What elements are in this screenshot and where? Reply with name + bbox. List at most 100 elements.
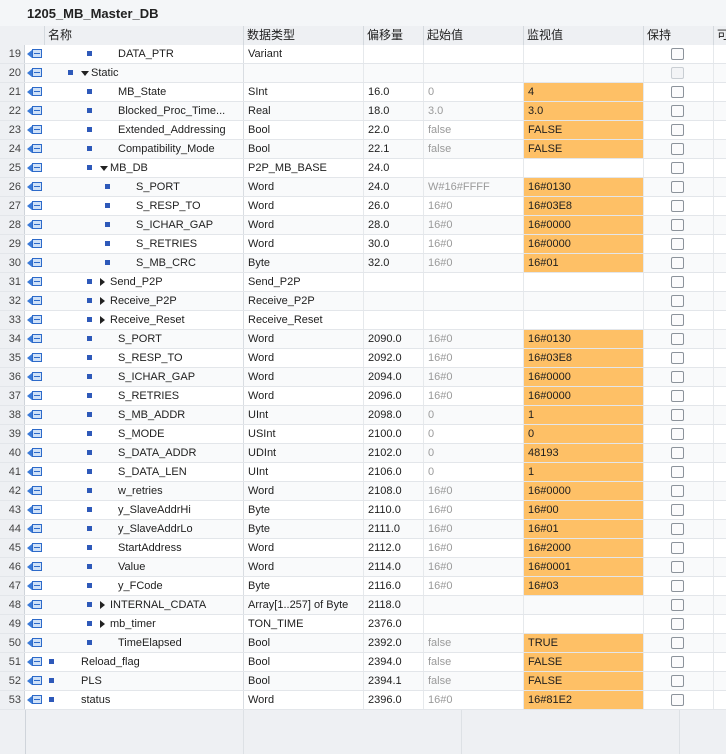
retain-checkbox[interactable] [671, 333, 684, 345]
table-row[interactable]: 51 Reload_flag Bool 2394.0 false FALSE [0, 653, 726, 672]
name-cell[interactable]: y_SlaveAddrHi [45, 501, 244, 519]
name-cell[interactable]: Static [45, 64, 244, 82]
retain-checkbox[interactable] [671, 295, 684, 307]
name-cell[interactable]: Compatibility_Mode [45, 140, 244, 158]
retain-checkbox[interactable] [671, 276, 684, 288]
monitor-value-cell[interactable] [524, 273, 644, 291]
name-cell[interactable]: Receive_P2P [45, 292, 244, 310]
name-cell[interactable]: Send_P2P [45, 273, 244, 291]
table-row[interactable]: 33 Receive_Reset Receive_Reset [0, 311, 726, 330]
retain-checkbox[interactable] [671, 219, 684, 231]
table-row[interactable]: 27 S_RESP_TO Word 26.0 16#0 16#03E8 [0, 197, 726, 216]
monitor-value-cell[interactable]: FALSE [524, 140, 644, 158]
table-row[interactable]: 40 S_DATA_ADDR UDInt 2102.0 0 48193 [0, 444, 726, 463]
monitor-value-cell[interactable]: 16#0000 [524, 482, 644, 500]
name-cell[interactable]: MB_DB [45, 159, 244, 177]
monitor-value-cell[interactable]: 0 [524, 425, 644, 443]
name-cell[interactable]: y_SlaveAddrLo [45, 520, 244, 538]
monitor-value-cell[interactable]: 16#2000 [524, 539, 644, 557]
table-row[interactable]: 46 Value Word 2114.0 16#0 16#0001 [0, 558, 726, 577]
table-row[interactable]: 52 PLS Bool 2394.1 false FALSE [0, 672, 726, 691]
table-row[interactable]: 50 TimeElapsed Bool 2392.0 false TRUE [0, 634, 726, 653]
monitor-value-cell[interactable]: 16#03E8 [524, 197, 644, 215]
name-cell[interactable]: S_ICHAR_GAP [45, 368, 244, 386]
retain-checkbox[interactable] [671, 409, 684, 421]
retain-checkbox[interactable] [671, 694, 684, 706]
monitor-value-cell[interactable] [524, 45, 644, 63]
table-row[interactable]: 42 w_retries Word 2108.0 16#0 16#0000 [0, 482, 726, 501]
header-extra[interactable]: 可 [714, 26, 726, 45]
table-row[interactable]: 31 Send_P2P Send_P2P [0, 273, 726, 292]
retain-checkbox[interactable] [671, 656, 684, 668]
header-name[interactable]: 名称 [45, 26, 244, 45]
retain-checkbox[interactable] [671, 523, 684, 535]
monitor-value-cell[interactable]: 16#81E2 [524, 691, 644, 709]
expand-right-arrow-icon[interactable] [100, 601, 105, 609]
retain-checkbox[interactable] [671, 390, 684, 402]
name-cell[interactable]: S_RESP_TO [45, 349, 244, 367]
table-row[interactable]: 26 S_PORT Word 24.0 W#16#FFFF 16#0130 [0, 178, 726, 197]
table-row[interactable]: 48 INTERNAL_CDATA Array[1..257] of Byte 211… [0, 596, 726, 615]
name-cell[interactable]: status [45, 691, 244, 709]
name-cell[interactable]: TimeElapsed [45, 634, 244, 652]
table-row[interactable]: 38 S_MB_ADDR UInt 2098.0 0 1 [0, 406, 726, 425]
monitor-value-cell[interactable]: 16#0000 [524, 387, 644, 405]
retain-checkbox[interactable] [671, 580, 684, 592]
retain-checkbox[interactable] [671, 466, 684, 478]
retain-checkbox[interactable] [671, 200, 684, 212]
name-cell[interactable]: Extended_Addressing [45, 121, 244, 139]
table-row[interactable]: 32 Receive_P2P Receive_P2P [0, 292, 726, 311]
retain-checkbox[interactable] [671, 314, 684, 326]
table-row[interactable]: 53 status Word 2396.0 16#0 16#81E2 [0, 691, 726, 710]
expand-right-arrow-icon[interactable] [100, 316, 105, 324]
name-cell[interactable]: S_RETRIES [45, 387, 244, 405]
name-cell[interactable]: S_MB_ADDR [45, 406, 244, 424]
retain-checkbox[interactable] [671, 428, 684, 440]
name-cell[interactable]: S_PORT [45, 178, 244, 196]
retain-checkbox[interactable] [671, 561, 684, 573]
monitor-value-cell[interactable] [524, 311, 644, 329]
monitor-value-cell[interactable]: 1 [524, 463, 644, 481]
monitor-value-cell[interactable] [524, 64, 644, 82]
monitor-value-cell[interactable]: 16#0000 [524, 235, 644, 253]
table-row[interactable]: 39 S_MODE USInt 2100.0 0 0 [0, 425, 726, 444]
retain-checkbox[interactable] [671, 352, 684, 364]
header-start-value[interactable]: 起始值 [424, 26, 524, 45]
name-cell[interactable]: S_MB_CRC [45, 254, 244, 272]
table-row[interactable]: 43 y_SlaveAddrHi Byte 2110.0 16#0 16#00 [0, 501, 726, 520]
retain-checkbox[interactable] [671, 162, 684, 174]
monitor-value-cell[interactable]: 4 [524, 83, 644, 101]
retain-checkbox[interactable] [671, 257, 684, 269]
monitor-value-cell[interactable]: 16#0130 [524, 178, 644, 196]
header-retain[interactable]: 保持 [644, 26, 714, 45]
table-row[interactable]: 44 y_SlaveAddrLo Byte 2111.0 16#0 16#01 [0, 520, 726, 539]
name-cell[interactable]: S_RESP_TO [45, 197, 244, 215]
table-row[interactable]: 41 S_DATA_LEN UInt 2106.0 0 1 [0, 463, 726, 482]
expand-right-arrow-icon[interactable] [100, 620, 105, 628]
monitor-value-cell[interactable]: 16#00 [524, 501, 644, 519]
monitor-value-cell[interactable]: 16#0001 [524, 558, 644, 576]
monitor-value-cell[interactable]: FALSE [524, 121, 644, 139]
table-row[interactable]: 25 MB_DB P2P_MB_BASE 24.0 [0, 159, 726, 178]
name-cell[interactable]: PLS [45, 672, 244, 690]
monitor-value-cell[interactable]: 48193 [524, 444, 644, 462]
table-row[interactable]: 20 Static [0, 64, 726, 83]
retain-checkbox[interactable] [671, 105, 684, 117]
monitor-value-cell[interactable]: 16#0130 [524, 330, 644, 348]
retain-checkbox[interactable] [671, 504, 684, 516]
retain-checkbox[interactable] [671, 124, 684, 136]
name-cell[interactable]: S_RETRIES [45, 235, 244, 253]
expand-right-arrow-icon[interactable] [100, 297, 105, 305]
monitor-value-cell[interactable]: 16#03E8 [524, 349, 644, 367]
monitor-value-cell[interactable] [524, 159, 644, 177]
monitor-value-cell[interactable]: 16#01 [524, 520, 644, 538]
name-cell[interactable]: y_FCode [45, 577, 244, 595]
table-row[interactable]: 37 S_RETRIES Word 2096.0 16#0 16#0000 [0, 387, 726, 406]
table-row[interactable]: 49 mb_timer TON_TIME 2376.0 [0, 615, 726, 634]
monitor-value-cell[interactable] [524, 292, 644, 310]
monitor-value-cell[interactable]: 1 [524, 406, 644, 424]
retain-checkbox[interactable] [671, 238, 684, 250]
name-cell[interactable]: S_DATA_ADDR [45, 444, 244, 462]
monitor-value-cell[interactable]: FALSE [524, 672, 644, 690]
table-row[interactable]: 45 StartAddress Word 2112.0 16#0 16#2000 [0, 539, 726, 558]
